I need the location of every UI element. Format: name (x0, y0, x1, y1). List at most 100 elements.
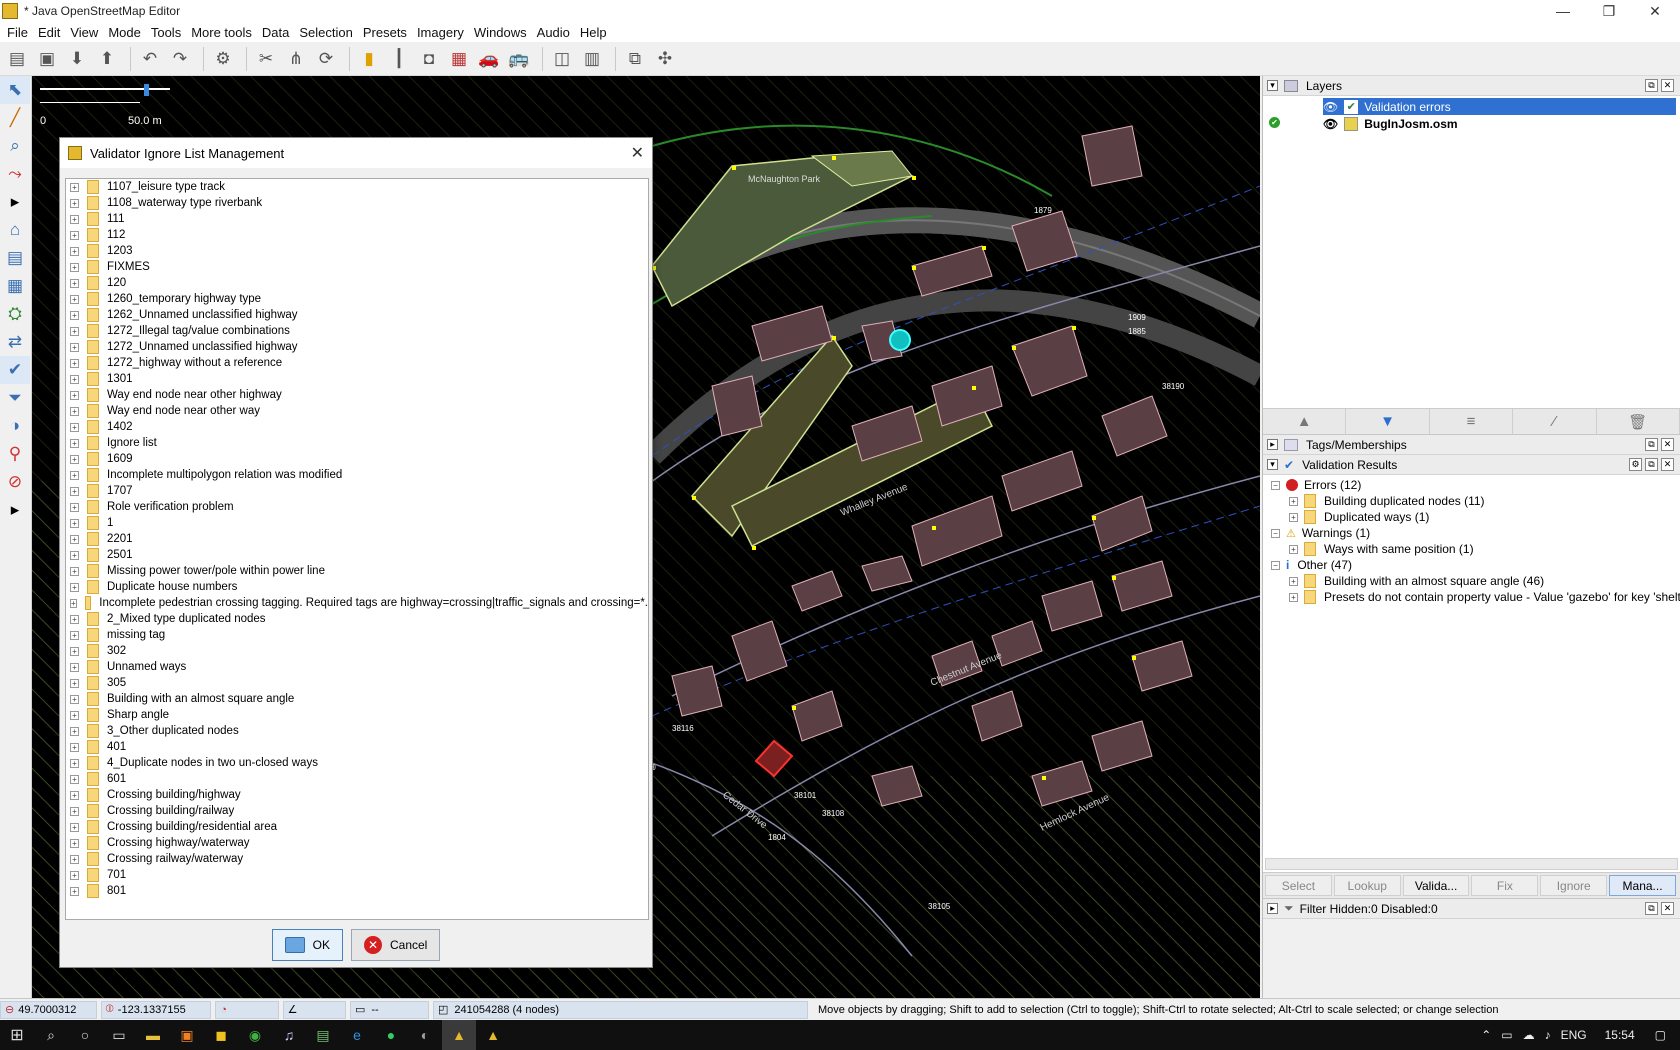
combine-way-icon[interactable]: ⋔ (283, 46, 309, 72)
expand-icon[interactable]: + (70, 614, 79, 624)
expand-icon[interactable]: + (70, 326, 79, 336)
move-up-icon[interactable]: ▲ (1263, 409, 1347, 434)
conflict-icon[interactable]: ⇄ (0, 328, 30, 356)
ignore-list-item[interactable]: +302 (66, 643, 648, 659)
ignore-list-item[interactable]: + Way end node near other way (66, 403, 648, 419)
zoom-mode-icon[interactable]: ⌕ (0, 132, 30, 160)
expand-icon[interactable]: + (70, 822, 79, 832)
filter-toggle-icon[interactable]: ⏷ (0, 384, 30, 412)
ignore-list-item[interactable]: +2201 (66, 531, 648, 547)
tree-ways-same-position[interactable]: + Ways with same position (1) (1289, 541, 1474, 557)
manage-ignore-button[interactable]: Mana... (1609, 875, 1676, 896)
ignore-list-item[interactable]: +1707 (66, 483, 648, 499)
expand-icon[interactable]: + (1289, 576, 1298, 586)
notepad-icon[interactable]: ▤ (306, 1020, 340, 1050)
notes-icon[interactable]: ⚲ (0, 440, 30, 468)
expand-icon[interactable]: + (70, 646, 79, 656)
ignore-list-item[interactable]: + Unnamed ways (66, 659, 648, 675)
ignore-list-item[interactable]: +1272_Unnamed unclassified highway (66, 339, 648, 355)
validate-button[interactable]: Valida... (1402, 875, 1470, 896)
ignore-list-item[interactable]: +801 (66, 883, 648, 899)
network-icon[interactable]: ▭ (1501, 1028, 1512, 1042)
josm-taskbar-icon-2[interactable]: ▲ (476, 1020, 510, 1050)
traffic-light-icon[interactable]: ◘ (416, 46, 442, 72)
tags-panel-header[interactable]: ▸ Tags/Memberships ⧉ ✕ (1263, 435, 1680, 455)
filter-panel-header[interactable]: ▸ ⏷ Filter Hidden:0 Disabled:0 ⧉ ✕ (1263, 899, 1680, 919)
ignore-list-item[interactable]: + Crossing building/railway (66, 803, 648, 819)
detach-icon[interactable]: ⧉ (1645, 438, 1658, 451)
ignore-list-item[interactable]: +3_Other duplicated nodes (66, 723, 648, 739)
relation-editor-icon[interactable]: ⧉ (622, 46, 648, 72)
upload-icon[interactable]: ⬆ (94, 46, 120, 72)
ignore-list-item[interactable]: + Crossing highway/waterway (66, 835, 648, 851)
detach-icon[interactable]: ⧉ (1645, 458, 1658, 471)
car-icon[interactable]: 🚗 (476, 46, 502, 72)
expand-icon[interactable]: + (70, 454, 79, 464)
expand-icon[interactable]: + (70, 550, 79, 560)
expand-icon[interactable]: + (70, 278, 79, 288)
layer-row-validation-errors[interactable]: 👁 ✔ Validation errors (1323, 98, 1676, 115)
ignore-list-item[interactable]: + Building with an almost square angle (66, 691, 648, 707)
road-preset-icon[interactable]: ▮ (356, 46, 382, 72)
menu-mode[interactable]: Mode (103, 25, 146, 40)
preferences-icon[interactable]: ⚙ (210, 46, 236, 72)
layer-row-buginjosm[interactable]: 👁 BugInJosm.osm (1323, 115, 1676, 132)
ignore-list-item[interactable]: +111 (66, 211, 648, 227)
ignore-list-item[interactable]: + Sharp angle (66, 707, 648, 723)
split-way-icon[interactable]: ✂ (253, 46, 279, 72)
ignore-list-item[interactable]: + Ignore list (66, 435, 648, 451)
minimize-button[interactable]: — (1540, 0, 1586, 22)
volume-icon[interactable]: ♪ (1545, 1028, 1551, 1042)
ignore-list-item[interactable]: + Way end node near other highway (66, 387, 648, 403)
tags-dialog-icon[interactable]: ▦ (0, 272, 30, 300)
ignore-list-item[interactable]: + Duplicate house numbers (66, 579, 648, 595)
menu-imagery[interactable]: Imagery (412, 25, 469, 40)
toggle-tags-icon[interactable]: ⌂ (0, 216, 30, 244)
visibility-eye-icon[interactable]: 👁 (1323, 117, 1338, 131)
ignore-list-item[interactable]: +1301 (66, 371, 648, 387)
expand-icon[interactable]: + (70, 214, 79, 224)
menu-help[interactable]: Help (575, 25, 612, 40)
expand-icon[interactable]: + (1289, 512, 1298, 522)
expand-icon[interactable]: + (70, 566, 79, 576)
select-button[interactable]: Select (1265, 875, 1332, 896)
menu-more-tools[interactable]: More tools (186, 25, 257, 40)
download-icon[interactable]: ⬇ (64, 46, 90, 72)
expand-icon[interactable]: + (70, 342, 79, 352)
expand-icon[interactable]: + (70, 518, 79, 528)
ignore-list-item[interactable]: + Incomplete pedestrian crossing tagging.… (66, 595, 648, 611)
ok-button[interactable]: OK (271, 929, 343, 961)
expand-icon[interactable]: + (70, 246, 79, 256)
collapse-toggle-icon[interactable]: ▾ (1267, 80, 1278, 91)
ignore-list-item[interactable]: +1262_Unnamed unclassified highway (66, 307, 648, 323)
search-icon[interactable]: ⌕ (34, 1020, 68, 1050)
settings-icon[interactable]: ⚙ (1629, 458, 1642, 471)
ignore-list-item[interactable]: +1 (66, 515, 648, 531)
layers-panel-header[interactable]: ▾ Layers ⧉ ✕ (1263, 76, 1680, 96)
expand-icon[interactable]: + (70, 710, 79, 720)
dialog-close-icon[interactable]: ✕ (631, 143, 644, 163)
collapse-icon[interactable]: − (1271, 480, 1280, 490)
expand-icon[interactable]: + (70, 406, 79, 416)
expand-icon[interactable]: + (1289, 496, 1298, 506)
expand-icon[interactable]: + (70, 262, 79, 272)
menu-selection[interactable]: Selection (294, 25, 357, 40)
expand-icon[interactable]: + (70, 630, 79, 640)
expand-icon[interactable]: + (70, 790, 79, 800)
expand-icon[interactable]: + (70, 662, 79, 672)
josm-taskbar-icon[interactable]: ▲ (442, 1020, 476, 1050)
ignore-list-item[interactable]: + FIXMES (66, 259, 648, 275)
expand-icon[interactable]: + (70, 182, 79, 192)
expand-icon[interactable]: + (70, 774, 79, 784)
expand-icon[interactable]: + (70, 678, 79, 688)
paste-tags-icon[interactable]: ▥ (579, 46, 605, 72)
ignore-button[interactable]: Ignore (1540, 875, 1608, 896)
tray-chevron-icon[interactable]: ⌃ (1481, 1028, 1491, 1042)
draw-mode-icon[interactable]: ╱ (0, 104, 30, 132)
close-panel-icon[interactable]: ✕ (1661, 458, 1674, 471)
ignore-list-item[interactable]: + Role verification problem (66, 499, 648, 515)
edge-icon[interactable]: e (340, 1020, 374, 1050)
fix-button[interactable]: Fix (1471, 875, 1539, 896)
collapse-toggle-icon[interactable]: ▾ (1267, 459, 1278, 470)
expand-icon[interactable]: + (70, 310, 79, 320)
